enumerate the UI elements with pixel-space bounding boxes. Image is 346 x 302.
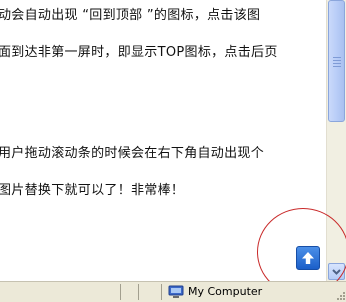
text-line-4: 图片替换下就可以了！非常棒！ [0,183,185,198]
text-line-1: 动会自动出现 “回到顶部 ”的图标，点击该图 [0,8,261,23]
back-to-top-button[interactable] [296,246,320,270]
text-line-3: 用户拖动滚动条的时候会在右下角自动出现个 [0,146,265,161]
vertical-scrollbar[interactable] [326,0,346,281]
page-content: 动会自动出现 “回到顶部 ”的图标，点击该图 面到达非第一屏时，即显示TOP图标… [0,0,326,281]
status-bar: My Computer [0,281,346,302]
scrollbar-thumb[interactable] [328,0,345,122]
text-line-2: 面到达非第一屏时，即显示TOP图标，点击后页 [0,45,278,60]
chevron-down-icon [332,268,341,275]
resize-grip-icon[interactable] [334,290,346,302]
scroll-down-button[interactable] [328,263,345,280]
up-arrow-icon [302,252,314,264]
computer-icon [168,285,184,298]
zone-label: My Computer [188,285,263,298]
